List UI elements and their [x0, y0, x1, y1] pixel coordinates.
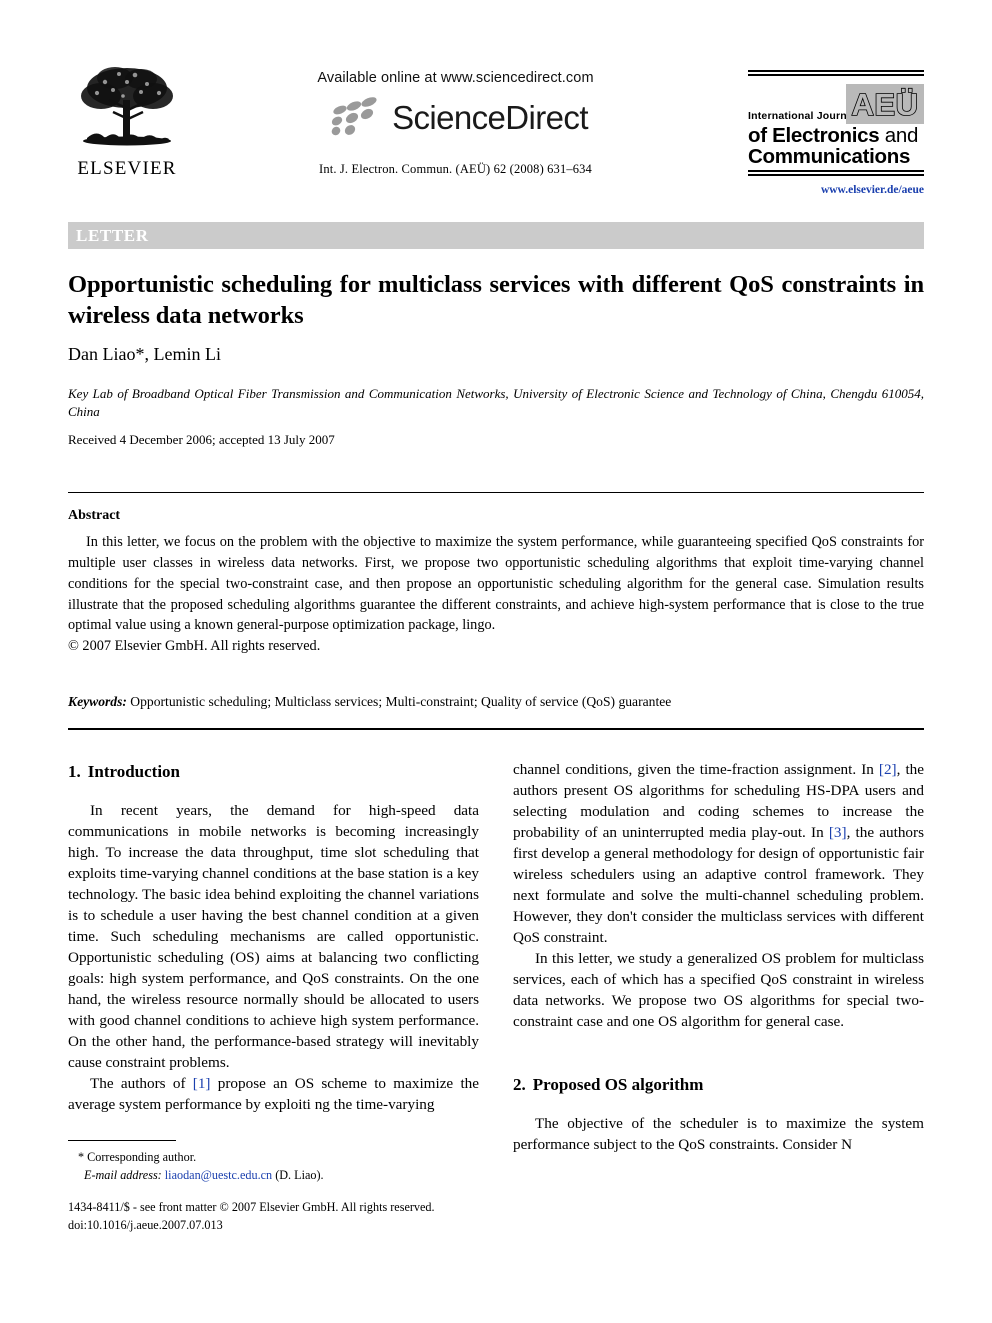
abstract-heading: Abstract — [68, 508, 121, 523]
abstract-top-rule — [68, 492, 924, 493]
intro-paragraph-1: In recent years, the demand for high-spe… — [68, 802, 479, 1072]
elsevier-logo: ELSEVIER — [68, 62, 186, 179]
journal-url-link[interactable]: www.elsevier.de/aeue — [748, 184, 924, 196]
body-column-left: 1. Introduction In recent years, the dema… — [68, 760, 479, 1116]
sciencedirect-logo: ScienceDirect — [243, 95, 668, 139]
article-type-label: LETTER — [76, 226, 149, 245]
journal-logo-line2-light: and — [879, 124, 919, 147]
intro-paragraph-2-cont: channel conditions, given the time-fract… — [513, 760, 924, 949]
footnote-block: * Corresponding author. E-mail address: … — [68, 1140, 479, 1184]
sciencedirect-block: Available online at www.sciencedirect.co… — [243, 70, 668, 177]
journal-logo-line3: Communications — [748, 145, 911, 168]
intro-p2-text-d: , the authors first develop a general me… — [513, 823, 924, 946]
imprint-doi: doi:10.1016/j.aeue.2007.07.013 — [68, 1218, 223, 1233]
available-online-text: Available online at www.sciencedirect.co… — [317, 70, 594, 86]
corresponding-author-note: * Corresponding author. — [78, 1150, 197, 1164]
intro-paragraph-2-start: The authors of [1] propose an OS scheme … — [68, 1074, 479, 1116]
imprint-block: 1434-8411/$ - see front matter © 2007 El… — [68, 1198, 498, 1235]
citation-ref-2[interactable]: [2] — [879, 761, 897, 778]
keywords-value: Opportunistic scheduling; Multiclass ser… — [126, 694, 672, 709]
section-heading-proposed: 2. Proposed OS algorithm — [513, 1073, 924, 1096]
keywords-label: Keywords: — [68, 694, 127, 709]
page-title: Opportunistic scheduling for multiclass … — [68, 271, 924, 330]
abstract-copyright: © 2007 Elsevier GmbH. All rights reserve… — [68, 638, 321, 655]
article-history: Received 4 December 2006; accepted 13 Ju… — [68, 432, 335, 447]
abstract-text: In this letter, we focus on the problem … — [68, 534, 924, 634]
affiliation: Key Lab of Broadband Optical Fiber Trans… — [68, 386, 924, 420]
journal-logo-bottom-rule — [748, 170, 924, 176]
email-note: E-mail address: liaodan@uestc.edu.cn (D.… — [68, 1167, 479, 1185]
abstract-bottom-rule — [68, 728, 924, 730]
aeu-badge-text: AEÜ — [851, 86, 919, 122]
sciencedirect-petals-icon — [331, 97, 377, 136]
citation-ref-1[interactable]: [1] — [193, 1075, 211, 1092]
journal-logo-top-rule — [748, 70, 924, 76]
journal-logo-line1: International Journal — [748, 110, 857, 122]
footnote-rule — [68, 1140, 176, 1141]
email-suffix: (D. Liao). — [272, 1167, 324, 1182]
aeu-badge: AEÜ — [846, 84, 924, 124]
intro-p2-text-a: The authors of — [90, 1075, 193, 1093]
journal-citation: Int. J. Electron. Commun. (AEÜ) 62 (2008… — [319, 162, 592, 176]
elsevier-wordmark: ELSEVIER — [77, 158, 177, 179]
section-title-2: Proposed OS algorithm — [532, 1074, 704, 1094]
abstract-body: In this letter, we focus on the problem … — [68, 532, 924, 657]
author-list: Dan Liao*, Lemin Li — [68, 344, 221, 364]
journal-logo: International Journal AEÜ of Electronics… — [748, 70, 924, 196]
intro-paragraph-3: In this letter, we study a generalized O… — [513, 949, 924, 1030]
sciencedirect-wordmark: ScienceDirect — [392, 98, 588, 136]
elsevier-tree-icon — [81, 67, 173, 146]
body-column-right: channel conditions, given the time-fract… — [513, 760, 924, 1156]
section-number-2: 2. — [513, 1074, 526, 1094]
email-link[interactable]: liaodan@uestc.edu.cn — [165, 1168, 272, 1182]
masthead: ELSEVIER Available online at www.science… — [68, 62, 924, 202]
section-heading-introduction: 1. Introduction — [68, 760, 479, 783]
intro-p2-text-b-right: channel conditions, given the time-fract… — [513, 761, 879, 778]
proposed-paragraph-1: The objective of the scheduler is to max… — [513, 1115, 924, 1154]
journal-page: ELSEVIER Available online at www.science… — [0, 0, 992, 1323]
citation-ref-3[interactable]: [3] — [829, 824, 847, 841]
keywords: Keywords: Opportunistic scheduling; Mult… — [68, 694, 924, 710]
article-type-banner: LETTER — [68, 222, 924, 249]
section-title-1: Introduction — [87, 762, 181, 781]
section-number-1: 1. — [68, 762, 81, 781]
email-label: E-mail address: — [84, 1167, 162, 1182]
imprint-front-matter: 1434-8411/$ - see front matter © 2007 El… — [68, 1200, 435, 1214]
journal-logo-line2-bold: of Electronics — [748, 124, 880, 147]
